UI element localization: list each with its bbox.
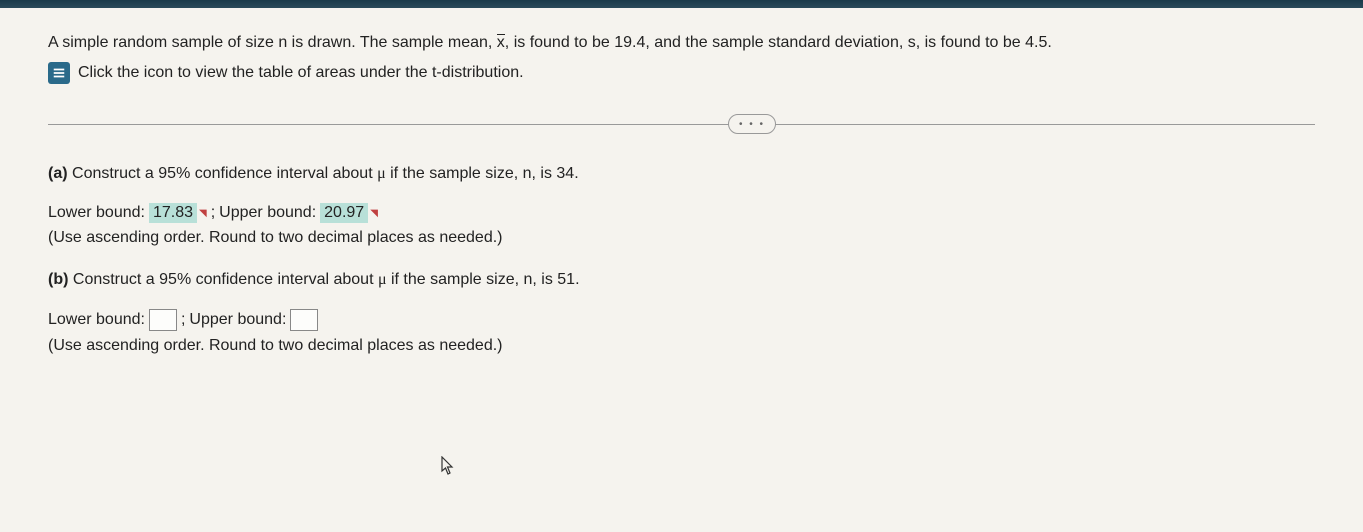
lower-bound-label-b: Lower bound: [48,311,145,329]
part-b-question: (b) Construct a 95% confidence interval … [48,271,1315,289]
more-button[interactable]: • • • [728,114,776,134]
part-b-instruction: (Use ascending order. Round to two decim… [48,337,1315,355]
divider-row: • • • [48,124,1315,125]
part-a-question: (a) Construct a 95% confidence interval … [48,165,1315,183]
list-icon [52,66,66,80]
icon-instruction-text: Click the icon to view the table of area… [78,64,524,82]
part-a-answer-line: Lower bound: 17.83◥ ; Upper bound: 20.97… [48,203,1315,223]
lower-bound-label-a: Lower bound: [48,204,145,222]
upper-bound-label-a: Upper bound: [219,204,316,222]
separator-a: ; [211,204,215,222]
more-dots: • • • [739,119,765,130]
window-top-bar [0,0,1363,8]
upper-bound-value-a: 20.97 [320,203,368,223]
mu-symbol-a: μ [377,165,386,182]
lower-bound-input-b[interactable] [149,309,177,331]
cursor-icon [440,456,456,476]
part-a-instruction: (Use ascending order. Round to two decim… [48,229,1315,247]
separator-b: ; [181,311,185,329]
x-bar-symbol: x [497,32,505,54]
content-area: A simple random sample of size n is draw… [0,8,1363,532]
problem-statement: A simple random sample of size n is draw… [48,32,1315,54]
lower-bound-value-a: 17.83 [149,203,197,223]
check-mark-icon: ◥ [199,208,207,219]
part-b-answer-line: Lower bound: ; Upper bound: [48,309,1315,331]
upper-bound-input-b[interactable] [290,309,318,331]
part-b-q-1: Construct a 95% confidence interval abou… [68,271,378,288]
icon-line: Click the icon to view the table of area… [48,62,1315,84]
part-b: (b) Construct a 95% confidence interval … [48,271,1315,355]
mu-symbol-b: μ [378,271,387,288]
upper-bound-label-b: Upper bound: [189,311,286,329]
part-a-q-1: Construct a 95% confidence interval abou… [68,165,378,182]
part-a-q-2: if the sample size, n, is 34. [386,165,579,182]
part-a-label: (a) [48,165,68,182]
part-b-label: (b) [48,271,68,288]
divider-line [48,124,1315,125]
intro-text-1: A simple random sample of size n is draw… [48,34,497,51]
check-mark-icon: ◥ [370,208,378,219]
part-a: (a) Construct a 95% confidence interval … [48,165,1315,247]
table-icon[interactable] [48,62,70,84]
intro-text-2: , is found to be 19.4, and the sample st… [505,34,1052,51]
part-b-q-2: if the sample size, n, is 51. [387,271,580,288]
